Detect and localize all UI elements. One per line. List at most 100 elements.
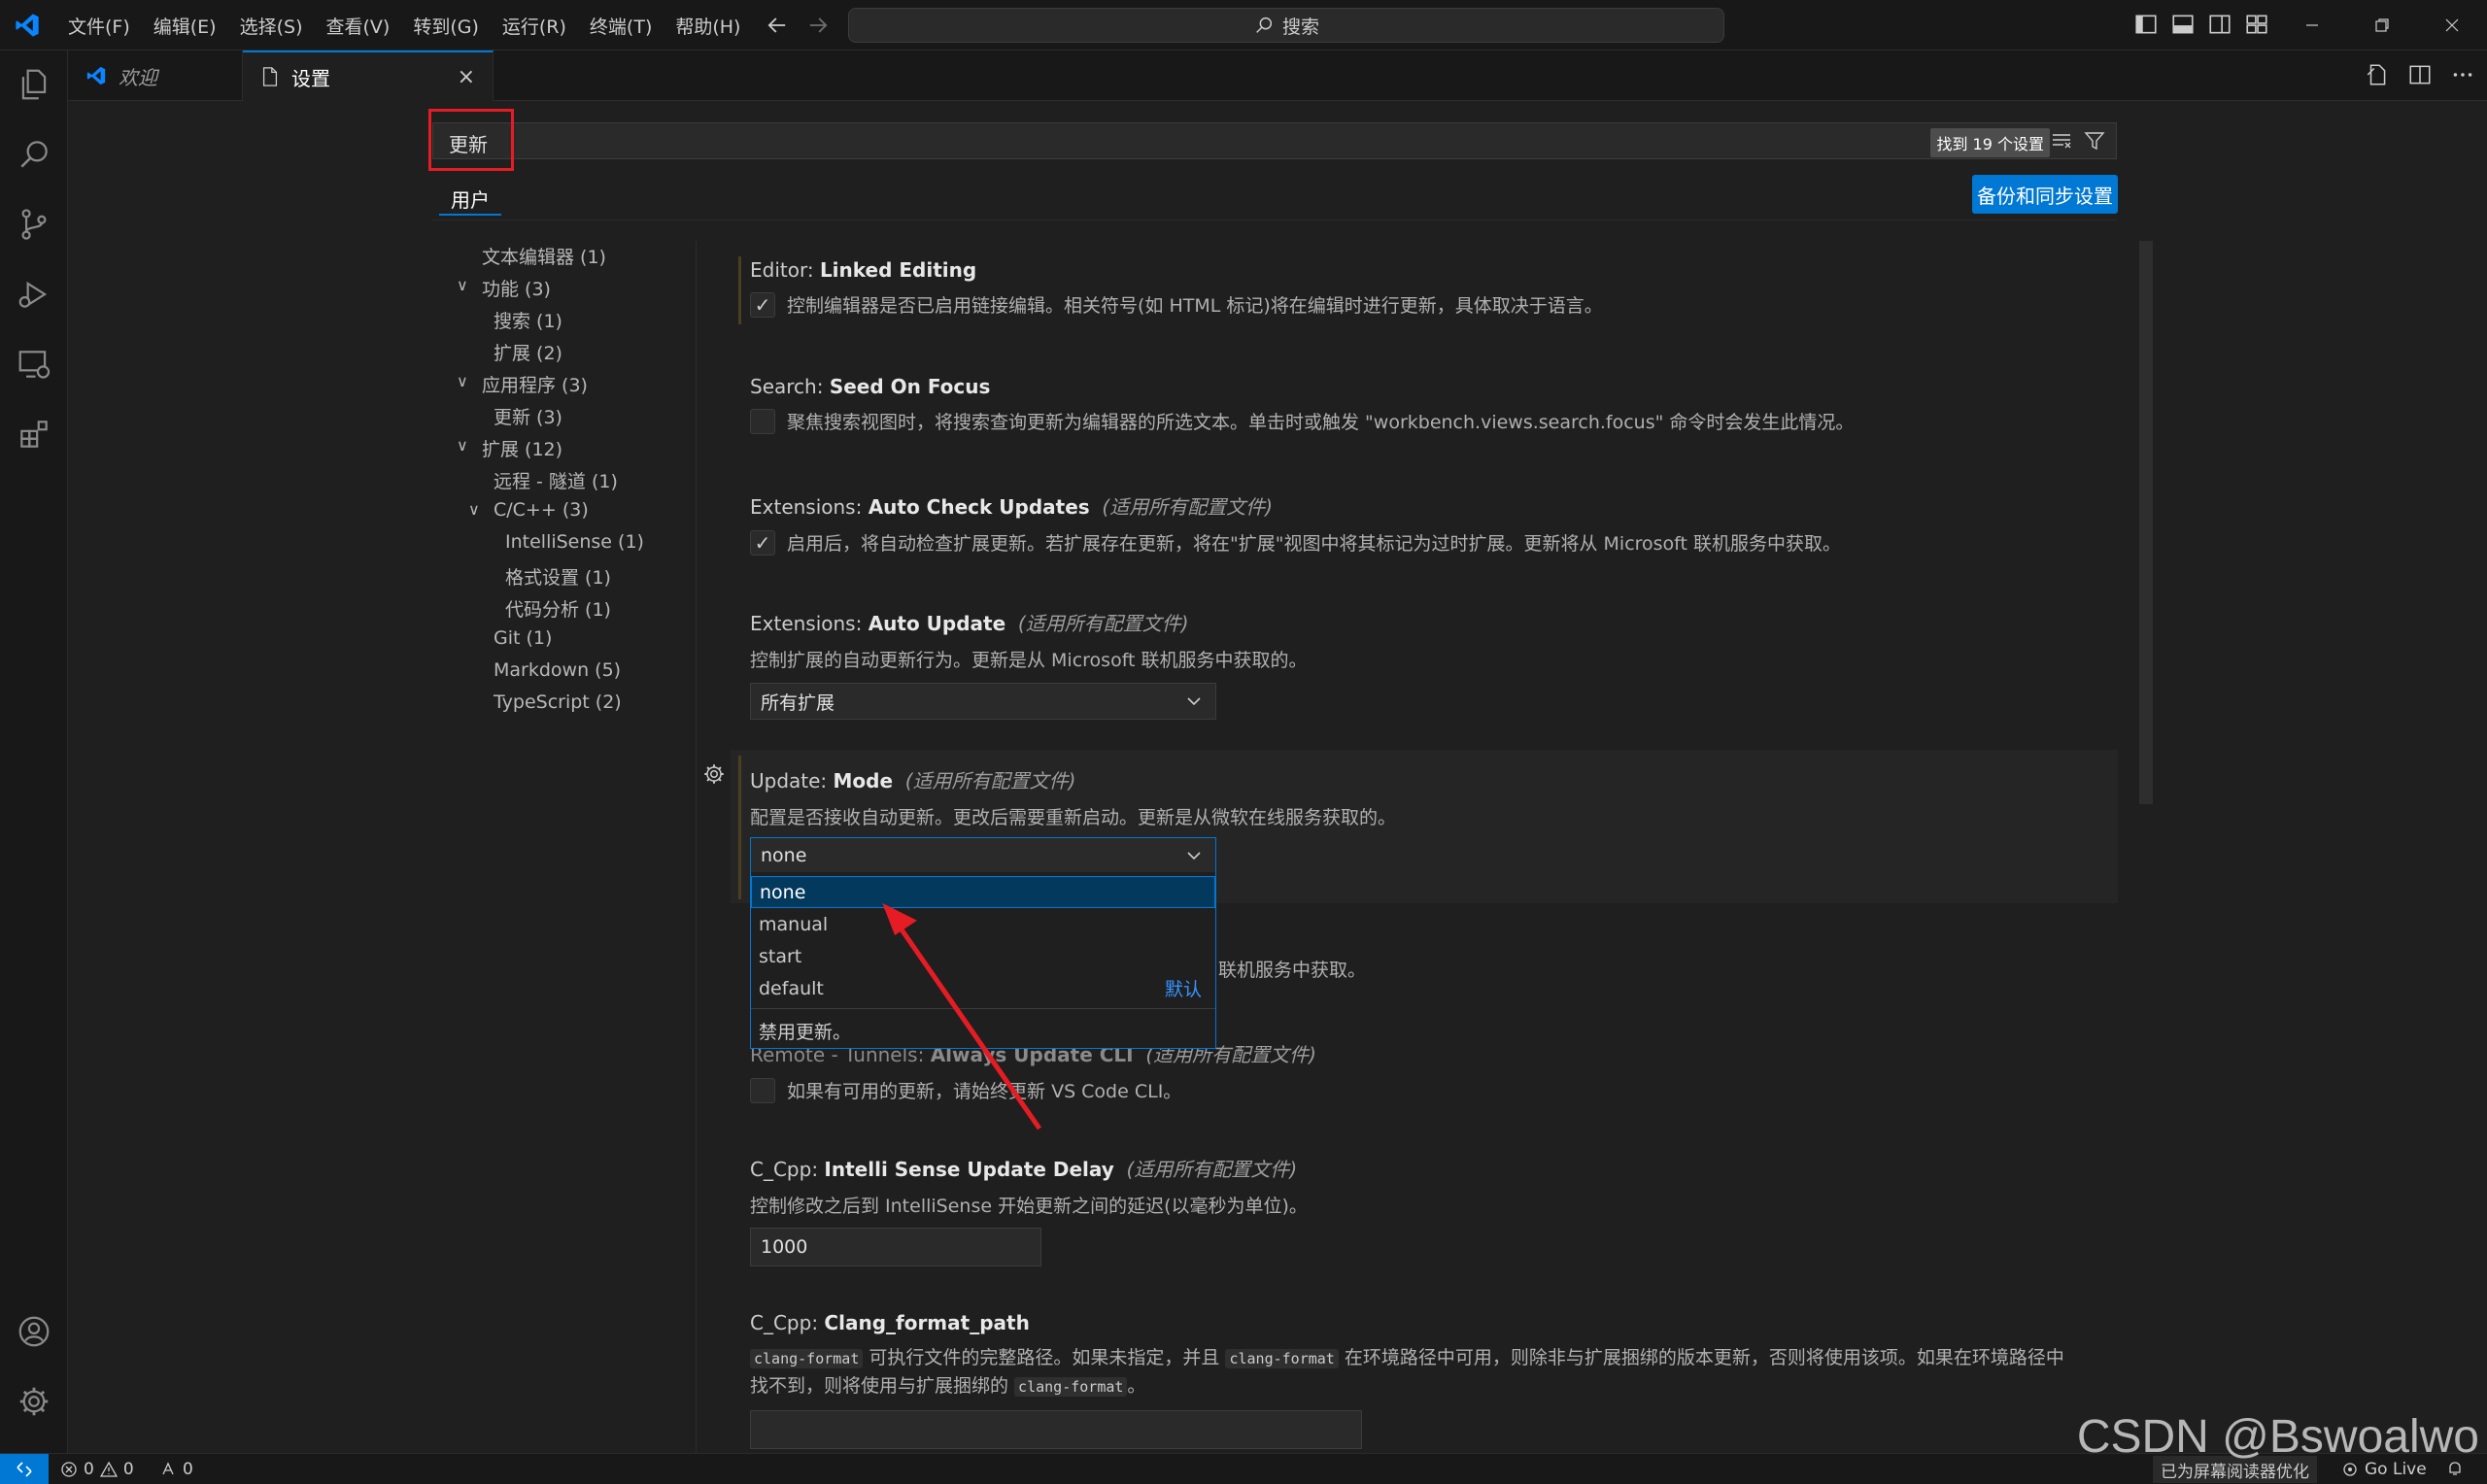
ports-indicator[interactable]: 0 xyxy=(159,1460,193,1479)
toc-item-extensions-group[interactable]: 扩展 (12) xyxy=(482,435,562,461)
toc-divider xyxy=(696,241,697,1453)
settings-scrollbar[interactable] xyxy=(2139,241,2153,804)
explorer-button[interactable] xyxy=(0,51,68,118)
linked-editing-checkbox[interactable]: ✓ xyxy=(750,291,775,318)
auto-check-updates-checkbox[interactable]: ✓ xyxy=(750,529,775,556)
gear-icon xyxy=(19,1387,49,1416)
clang-format-path-input[interactable] xyxy=(750,1410,1362,1449)
menu-selection[interactable]: 选择(S) xyxy=(228,13,315,39)
toc-item-formatting[interactable]: 格式设置 (1) xyxy=(505,563,611,590)
intellisense-delay-input[interactable]: 1000 xyxy=(750,1228,1041,1266)
menu-run[interactable]: 运行(R) xyxy=(491,13,578,39)
dropdown-option-manual[interactable]: manual xyxy=(751,908,1215,940)
warning-icon xyxy=(99,1461,118,1477)
menu-terminal[interactable]: 终端(T) xyxy=(578,13,664,39)
chevron-down-icon[interactable]: ∨ xyxy=(468,500,480,519)
files-icon xyxy=(21,69,47,100)
close-tab-icon[interactable]: × xyxy=(458,65,475,89)
setting-description: 聚焦搜索视图时，将搜索查询更新为编辑器的所选文本。单击时或触发 "workben… xyxy=(787,412,1855,433)
menu-edit[interactable]: 编辑(E) xyxy=(142,13,228,39)
manage-button[interactable] xyxy=(0,1367,68,1435)
vscode-logo-icon xyxy=(86,66,106,85)
toc-item-markdown[interactable]: Markdown (5) xyxy=(494,659,621,681)
setting-intellisense-update-delay: C_Cpp: Intelli Sense Update Delay (适用所有配… xyxy=(750,1154,1308,1218)
settings-search-input[interactable]: 更新 找到 19 个设置 xyxy=(432,122,2117,159)
toggle-secondary-sidebar-icon[interactable] xyxy=(2207,12,2232,37)
gear-icon[interactable] xyxy=(701,761,727,787)
setting-description: 配置是否接收自动更新。更改后需要重新启动。更新是从微软在线服务获取的。 xyxy=(750,807,1397,828)
tab-settings[interactable]: 设置 × xyxy=(243,51,494,101)
chevron-down-icon[interactable]: ∨ xyxy=(457,276,468,294)
customize-layout-icon[interactable] xyxy=(2244,12,2269,37)
remote-explorer-button[interactable] xyxy=(0,330,68,398)
split-editor-icon[interactable] xyxy=(2407,62,2433,87)
update-mode-dropdown: none manual start default 默认 禁用更新。 xyxy=(750,872,1216,1049)
more-actions-icon[interactable] xyxy=(2450,62,2475,87)
scope-divider xyxy=(432,219,2117,220)
auto-update-select[interactable]: 所有扩展 xyxy=(750,683,1216,720)
setting-clang-format-path: C_Cpp: Clang_format_path clang-format 可执… xyxy=(750,1311,2064,1400)
menu-help[interactable]: 帮助(H) xyxy=(664,13,752,39)
run-debug-button[interactable] xyxy=(0,260,68,328)
setting-description: clang-format 可执行文件的完整路径。如果未指定，并且 clang-f… xyxy=(750,1347,2064,1397)
setting-title: C_Cpp: Clang_format_path xyxy=(750,1311,1030,1334)
setting-auto-check-updates: Extensions: Auto Check Updates (适用所有配置文件… xyxy=(750,491,1841,556)
ports-icon xyxy=(162,1462,174,1475)
remote-indicator[interactable] xyxy=(0,1454,49,1484)
forward-arrow-icon[interactable] xyxy=(804,12,832,39)
source-control-button[interactable] xyxy=(0,190,68,258)
filter-icon[interactable] xyxy=(2083,129,2106,152)
dropdown-option-default[interactable]: default 默认 xyxy=(751,972,1215,1004)
menu-view[interactable]: 查看(V) xyxy=(315,13,402,39)
modified-indicator xyxy=(738,256,741,324)
toc-item-remote-tunnels[interactable]: 远程 - 隧道 (1) xyxy=(494,467,618,493)
chevron-down-icon[interactable]: ∨ xyxy=(457,436,468,455)
seed-on-focus-checkbox[interactable] xyxy=(750,408,775,434)
toc-item-extensions[interactable]: 扩展 (2) xyxy=(494,339,562,365)
toc-item-features[interactable]: 功能 (3) xyxy=(482,275,551,301)
modified-indicator xyxy=(738,756,741,899)
remote-icon xyxy=(17,1462,32,1477)
active-tab-underline xyxy=(439,214,501,216)
setting-title: Search: Seed On Focus xyxy=(750,375,991,398)
clear-filter-list-icon[interactable] xyxy=(2050,129,2073,152)
menu-file[interactable]: 文件(F) xyxy=(56,13,142,39)
problems-indicator[interactable]: 0 0 xyxy=(60,1460,134,1479)
close-window-button[interactable] xyxy=(2417,0,2487,51)
backup-sync-settings-button[interactable]: 备份和同步设置 xyxy=(1972,175,2118,214)
toc-item-cpp[interactable]: C/C++ (3) xyxy=(494,499,589,521)
toc-item-text-editor[interactable]: 文本编辑器 (1) xyxy=(482,243,606,269)
open-settings-json-icon[interactable] xyxy=(2365,62,2390,87)
accounts-button[interactable] xyxy=(0,1298,68,1366)
toggle-panel-icon[interactable] xyxy=(2170,12,2196,37)
setting-title: Extensions: Auto Check Updates (适用所有配置文件… xyxy=(750,495,1274,519)
toc-item-search[interactable]: 搜索 (1) xyxy=(494,307,562,333)
setting-linked-editing: Editor: Linked Editing ✓ 控制编辑器是否已启用链接编辑。相… xyxy=(750,258,1603,318)
source-control-icon xyxy=(21,209,47,240)
extensions-button[interactable] xyxy=(0,400,68,468)
back-arrow-icon[interactable] xyxy=(764,12,791,39)
setting-description: 控制修改之后到 IntelliSense 开始更新之间的延迟(以毫秒为单位)。 xyxy=(750,1196,1308,1217)
minimize-icon xyxy=(2306,24,2318,26)
toc-item-code-analysis[interactable]: 代码分析 (1) xyxy=(505,595,611,622)
toc-item-update[interactable]: 更新 (3) xyxy=(494,403,562,429)
tab-user-scope[interactable]: 用户 xyxy=(451,185,490,213)
always-update-cli-checkbox[interactable] xyxy=(750,1077,775,1103)
menu-go[interactable]: 转到(G) xyxy=(401,13,491,39)
menu-bar: 文件(F) 编辑(E) 选择(S) 查看(V) 转到(G) 运行(R) 终端(T… xyxy=(56,0,752,51)
account-icon xyxy=(18,1316,50,1347)
toc-item-application[interactable]: 应用程序 (3) xyxy=(482,371,588,397)
command-center-search[interactable]: 搜索 xyxy=(848,8,1724,43)
chevron-down-icon[interactable]: ∨ xyxy=(457,372,468,390)
restore-button[interactable] xyxy=(2347,0,2417,51)
update-mode-select[interactable]: none xyxy=(750,837,1216,874)
minimize-button[interactable] xyxy=(2277,0,2347,51)
toc-item-intellisense[interactable]: IntelliSense (1) xyxy=(505,531,644,553)
dropdown-option-start[interactable]: start xyxy=(751,940,1215,972)
tab-welcome[interactable]: 欢迎 xyxy=(68,51,243,101)
toggle-primary-sidebar-icon[interactable] xyxy=(2133,12,2159,37)
toc-item-git[interactable]: Git (1) xyxy=(494,627,552,649)
dropdown-option-none[interactable]: none xyxy=(751,876,1215,908)
toc-item-typescript[interactable]: TypeScript (2) xyxy=(494,691,622,713)
search-view-button[interactable] xyxy=(0,120,68,188)
